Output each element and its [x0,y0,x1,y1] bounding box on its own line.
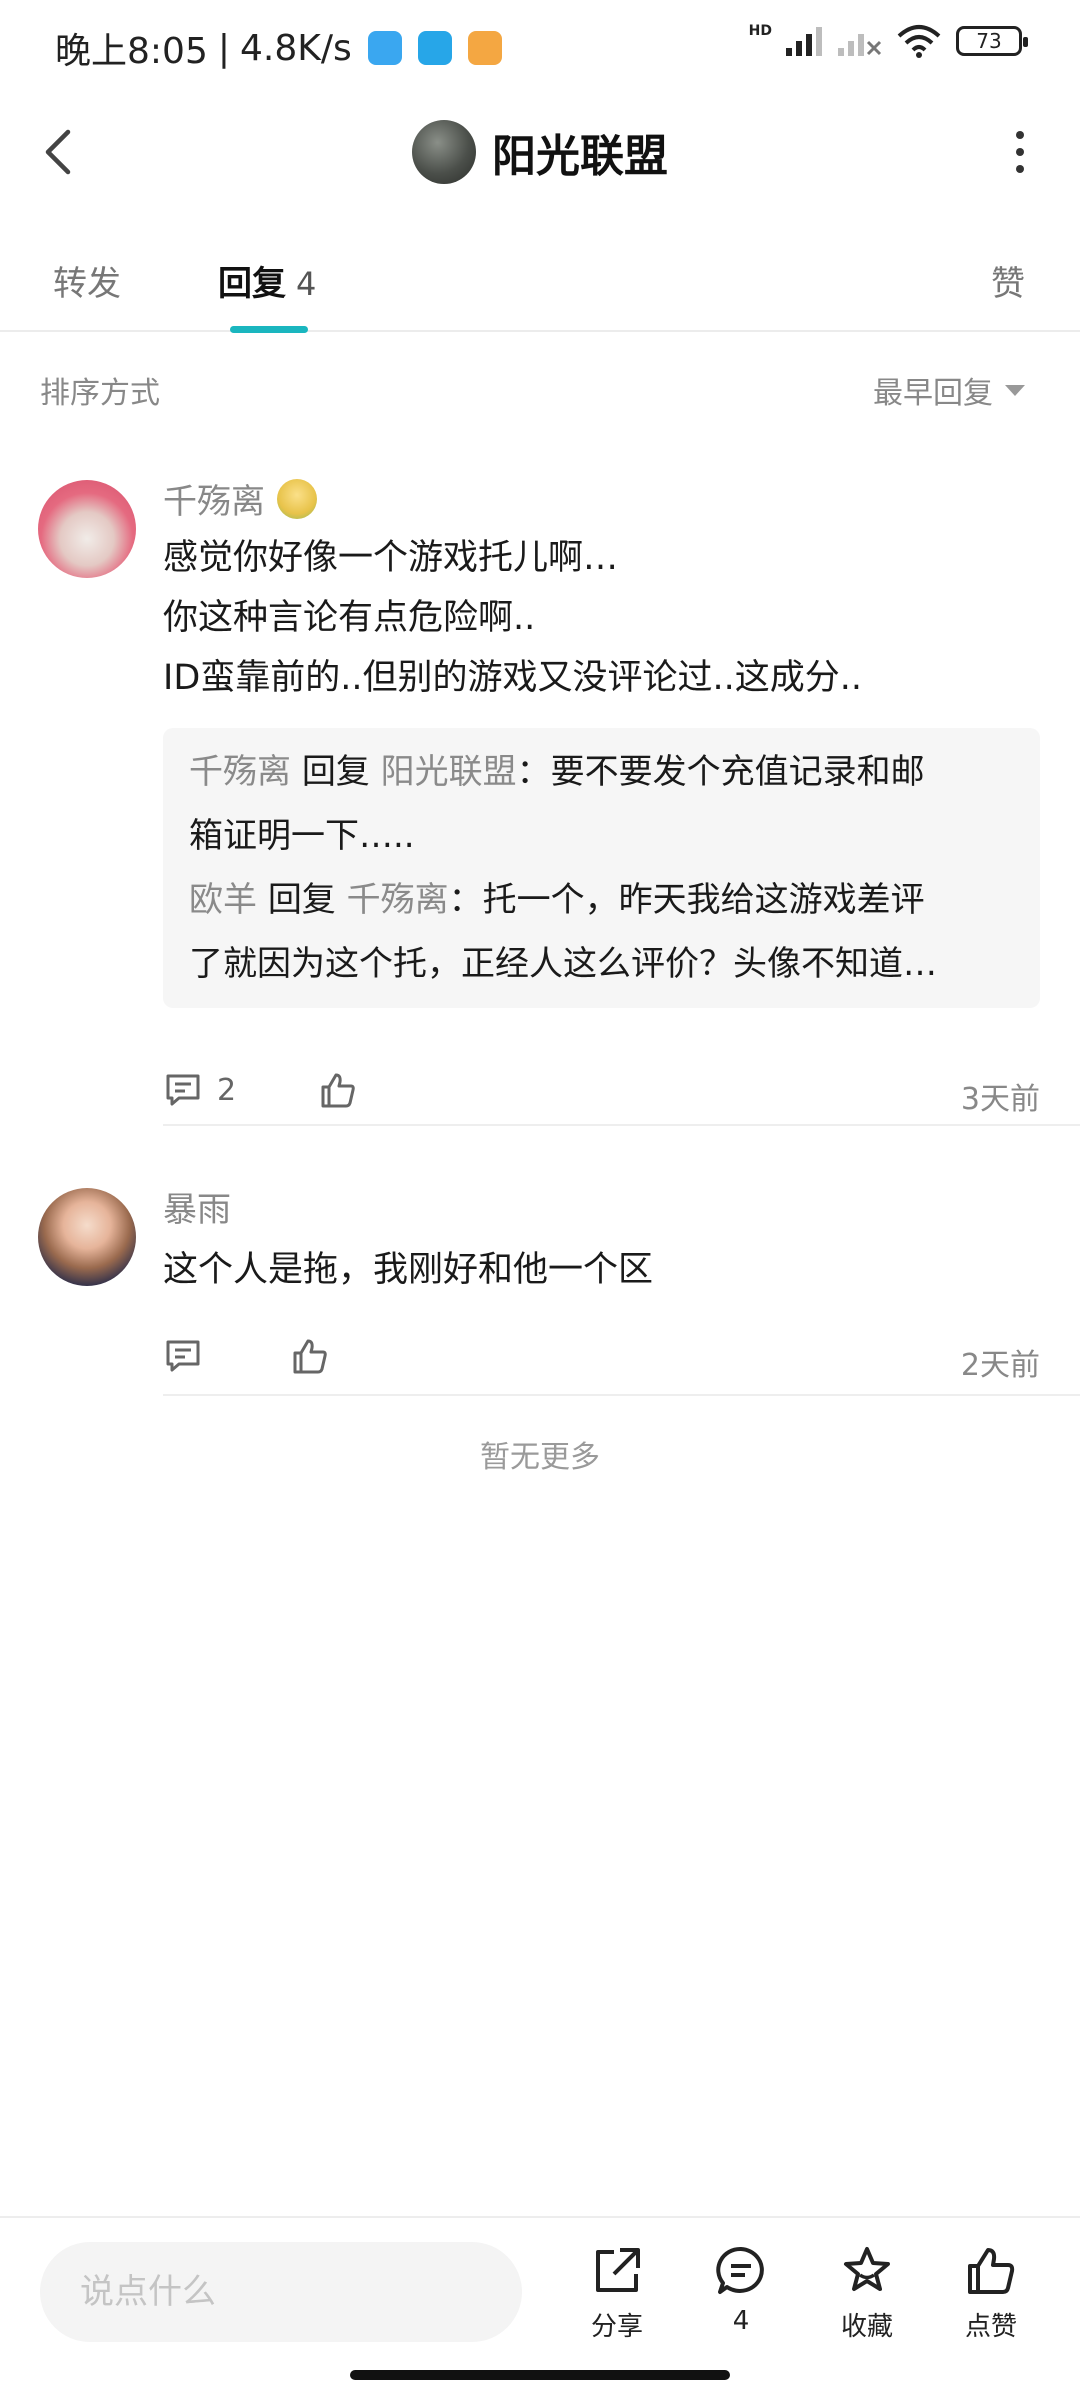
reply-preview-line: 了就因为这个托，正经人这么评价？头像不知道… [189,944,937,984]
tab-forward[interactable]: 转发 [53,256,121,305]
comment-line: 感觉你好像一个游戏托儿啊… [163,538,619,578]
reply-from[interactable]: 欧羊 [189,880,257,920]
comment-body: 感觉你好像一个游戏托儿啊… 你这种言论有点危险啊.. ID蛮靠前的..但别的游戏… [163,528,862,708]
username-text: 暴雨 [163,1190,231,1230]
messenger-app-icon [367,31,402,65]
reply-to[interactable]: 阳光联盟 [381,752,517,792]
gallery-app-icon [467,31,502,65]
star-icon [844,2247,890,2291]
share-label: 分享 [590,2312,643,2342]
reply-action: 回复 [301,752,370,792]
no-more-text: 暂无更多 [480,1440,600,1475]
comment-time: 2天前 [960,1348,1040,1383]
sort-value: 最早回复 [873,376,993,411]
reply-to[interactable]: 千殇离 [347,880,449,920]
browser-app-icon [417,31,452,65]
author-avatar[interactable] [412,120,476,184]
page-title: 阳光联盟 [492,131,668,182]
signal-no-service-icon [838,34,882,56]
like-button[interactable] [318,1070,358,1110]
tab-reply[interactable]: 回复 4 [218,256,316,305]
thumbs-up-icon [293,1339,327,1374]
like-button[interactable] [290,1336,330,1376]
reply-preview-line: 箱证明一下….. [189,816,415,856]
reply-from[interactable]: 千殇离 [189,752,291,792]
sort-bar: 排序方式 最早回复 [0,332,1080,442]
comment-icon [166,1340,200,1372]
comment-actions: 2天前 [163,1328,1040,1388]
status-separator: | [217,27,230,69]
more-dot-icon [1016,148,1024,156]
hd-label: HD [748,23,772,39]
chat-bubble-icon [716,2246,764,2294]
comment-icon [166,1074,200,1106]
comment-username[interactable]: 暴雨 [163,1182,231,1231]
reply-text: ：托一个，昨天我给这游戏差评 [448,880,925,920]
sort-label: 排序方式 [40,376,160,411]
tab-reply-count: 4 [296,265,317,303]
avatar[interactable] [38,1188,136,1286]
tab-reply-label: 回复 [218,264,286,304]
thumbs-up-icon [968,2248,1015,2294]
comments-button[interactable]: 4 [686,2244,796,2354]
reply-count: 2 [217,1072,237,1108]
reply-button[interactable] [163,1336,203,1376]
header: 阳光联盟 [0,92,1080,212]
avatar[interactable] [38,480,136,578]
reply-preview-line: 欧羊 回复 千殇离：托一个，昨天我给这游戏差评 [189,868,1014,932]
share-button[interactable]: 分享 [562,2244,672,2354]
comment-item: 千殇离 感觉你好像一个游戏托儿啊… 你这种言论有点危险啊.. ID蛮靠前的..但… [0,462,1080,1126]
status-time: 晚上8:05 [55,31,208,72]
more-dot-icon [1016,165,1024,173]
comment-count: 4 [732,2306,750,2336]
reply-text: ：要不要发个充值记录和邮 [516,752,925,792]
wifi-icon [897,25,941,58]
tab-bar: 转发 回复 4 赞 [0,212,1080,333]
like-label: 点赞 [964,2312,1017,2342]
status-left: 晚上8:05 | 4.8K/s [55,22,502,74]
comment-time: 3天前 [960,1082,1040,1117]
signal-icon [786,27,822,56]
title-wrap[interactable]: 阳光联盟 [0,120,1080,184]
reply-action: 回复 [267,880,336,920]
user-badge-icon [277,478,317,519]
comment-line: ID蛮靠前的..但别的游戏又没评论过..这成分.. [163,658,863,698]
caret-down-icon [1005,384,1025,396]
status-right: HD 73 [748,23,1028,58]
comment-body: 这个人是拖，我刚好和他一个区 [163,1240,653,1300]
divider [163,1394,1080,1396]
thumbs-up-icon [321,1073,355,1108]
comment-line: 你这种言论有点危险啊.. [163,598,536,638]
comment-username[interactable]: 千殇离 [163,474,317,523]
favorite-button[interactable]: 收藏 [812,2244,922,2354]
reply-preview-line: 千殇离 回复 阳光联盟：要不要发个充值记录和邮 [189,740,1014,804]
status-bar: 晚上8:05 | 4.8K/s HD 73 [0,0,1080,92]
favorite-label: 收藏 [840,2312,893,2342]
battery-indicator: 73 [956,26,1028,56]
share-icon [596,2248,640,2292]
reply-preview-box[interactable]: 千殇离 回复 阳光联盟：要不要发个充值记录和邮 箱证明一下….. 欧羊 回复 千… [163,728,1040,1008]
like-post-button[interactable]: 点赞 [936,2244,1046,2354]
comment-line: 这个人是拖，我刚好和他一个区 [163,1250,654,1290]
more-dot-icon [1016,131,1024,139]
reply-button[interactable]: 2 [163,1070,236,1110]
comment-input[interactable] [40,2242,522,2342]
sort-dropdown[interactable]: 最早回复 [873,368,1025,412]
comment-actions: 2 3天前 [163,1062,1040,1122]
username-text: 千殇离 [163,482,265,522]
comment-item: 暴雨 这个人是拖，我刚好和他一个区 2天前 [0,1126,1080,1396]
home-indicator[interactable] [350,2370,730,2380]
tab-like[interactable]: 赞 [991,256,1025,305]
more-options-button[interactable] [990,122,1050,182]
network-speed: 4.8K/s [239,27,352,69]
